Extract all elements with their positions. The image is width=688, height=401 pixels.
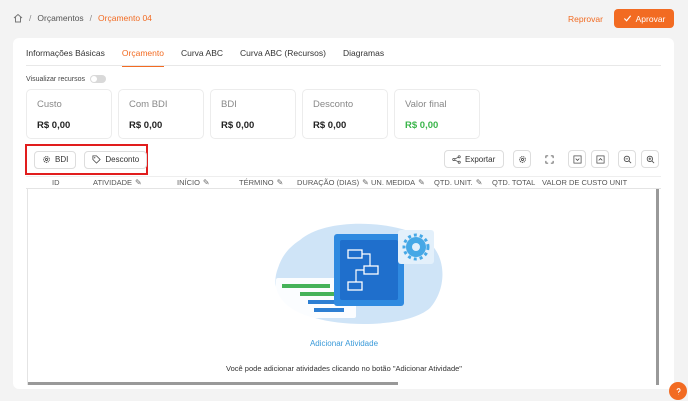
bdi-label: BDI xyxy=(55,155,69,164)
column-header-unit-qty[interactable]: QTD. UNIT. ✎ xyxy=(434,178,492,187)
column-label: QTD. UNIT. xyxy=(434,178,473,187)
help-button[interactable] xyxy=(669,382,687,400)
column-header-id[interactable]: ID xyxy=(26,178,67,187)
column-label: DURAÇÃO (DIAS) xyxy=(297,178,360,187)
tabs-divider xyxy=(26,65,661,66)
collapse-all-button[interactable] xyxy=(591,150,609,168)
column-header-unit-cost[interactable]: VALOR DE CUSTO UNIT xyxy=(542,178,642,187)
zoom-out-button[interactable] xyxy=(618,150,636,168)
discount-button[interactable]: Desconto xyxy=(84,150,148,169)
settings-button[interactable] xyxy=(513,150,531,168)
pencil-icon: ✎ xyxy=(202,178,210,187)
column-header-start[interactable]: INÍCIO ✎ xyxy=(177,178,239,187)
zoom-in-button[interactable] xyxy=(641,150,659,168)
bdi-button[interactable]: BDI xyxy=(34,150,77,169)
column-label: QTD. TOTAL xyxy=(492,178,536,187)
pencil-icon: ✎ xyxy=(135,178,142,187)
share-icon xyxy=(452,154,461,164)
zoom-in-icon xyxy=(646,155,654,163)
stat-card-discount: Desconto R$ 0,00 xyxy=(302,89,388,139)
approve-button[interactable]: Aprovar xyxy=(614,9,674,28)
resources-toggle[interactable] xyxy=(90,75,107,83)
stat-label: Desconto xyxy=(313,99,354,110)
expand-icon xyxy=(544,154,554,164)
breadcrumb-item-budgets[interactable]: Orçamentos xyxy=(37,13,83,23)
collapse-up-icon xyxy=(596,155,604,163)
column-label: TÉRMINO xyxy=(239,178,274,187)
stat-card-cost: Custo R$ 0,00 xyxy=(26,89,112,139)
empty-state-hint: Você pode adicionar atividades clicando … xyxy=(226,364,462,373)
pencil-icon: ✎ xyxy=(362,178,369,187)
check-icon xyxy=(623,15,631,22)
column-label: ID xyxy=(52,178,60,187)
export-label: Exportar xyxy=(465,154,496,164)
export-button[interactable]: Exportar xyxy=(444,150,504,168)
stat-value: R$ 0,00 xyxy=(313,120,347,131)
stat-card-final-value: Valor final R$ 0,00 xyxy=(394,89,480,139)
column-header-unit[interactable]: UN. MEDIDA ✎ xyxy=(371,178,434,187)
horizontal-scrollbar[interactable] xyxy=(28,382,398,385)
column-header-total-qty[interactable]: QTD. TOTAL xyxy=(492,178,542,187)
pencil-icon: ✎ xyxy=(418,178,425,187)
stat-label: Custo xyxy=(37,99,62,110)
stat-value: R$ 0,00 xyxy=(37,120,71,131)
reject-button[interactable]: Reprovar xyxy=(568,14,603,24)
stat-label: BDI xyxy=(221,99,237,110)
gear-icon xyxy=(43,156,50,163)
breadcrumb-item-current: Orçamento 04 xyxy=(98,13,152,23)
column-label: INÍCIO xyxy=(177,178,200,187)
stat-card-with-bdi: Com BDI R$ 0,00 xyxy=(118,89,204,139)
pencil-icon: ✎ xyxy=(276,178,284,187)
stat-value: R$ 0,00 xyxy=(405,120,439,131)
column-header-duration[interactable]: DURAÇÃO (DIAS) ✎ xyxy=(297,178,371,187)
tag-icon xyxy=(92,155,102,164)
breadcrumb: / Orçamentos / Orçamento 04 xyxy=(13,13,152,23)
breadcrumb-separator: / xyxy=(89,13,93,23)
breadcrumb-separator: / xyxy=(29,13,32,23)
expand-all-button[interactable] xyxy=(568,150,586,168)
budget-card: Informações Básicas Orçamento Curva ABC … xyxy=(13,38,674,389)
table-header: ID ATIVIDADE ✎ INÍCIO ✎ TÉRMINO ✎ DURAÇÃO (… xyxy=(26,176,661,189)
column-header-activity[interactable]: ATIVIDADE ✎ xyxy=(67,178,177,187)
zoom-out-icon xyxy=(623,155,631,163)
column-label: VALOR DE CUSTO UNIT xyxy=(542,178,628,187)
fullscreen-button[interactable] xyxy=(540,150,558,168)
activities-grid: Adicionar Atividade Você pode adicionar … xyxy=(27,189,659,385)
collapse-down-icon xyxy=(573,155,581,163)
pencil-icon: ✎ xyxy=(475,178,483,187)
column-label: UN. MEDIDA xyxy=(371,178,416,187)
highlight-box: BDI Desconto xyxy=(25,144,148,175)
resources-toggle-label: Visualizar recursos xyxy=(26,75,86,83)
approve-label: Aprovar xyxy=(635,13,666,24)
stat-card-bdi: BDI R$ 0,00 xyxy=(210,89,296,139)
empty-state-illustration xyxy=(275,223,443,324)
summary-cards: Custo R$ 0,00 Com BDI R$ 0,00 BDI R$ 0,0… xyxy=(26,89,480,139)
top-bar: / Orçamentos / Orçamento 04 Reprovar Apr… xyxy=(0,0,688,38)
add-activity-link[interactable]: Adicionar Atividade xyxy=(28,339,660,348)
help-icon xyxy=(676,387,681,394)
gear-icon xyxy=(518,155,526,163)
stat-value: R$ 0,00 xyxy=(221,120,255,131)
column-header-end[interactable]: TÉRMINO ✎ xyxy=(239,178,297,187)
stat-label: Valor final xyxy=(405,99,447,110)
column-label: ATIVIDADE xyxy=(93,178,133,187)
stat-label: Com BDI xyxy=(129,99,168,110)
stat-value: R$ 0,00 xyxy=(129,120,163,131)
resources-toggle-row: Visualizar recursos xyxy=(26,75,107,83)
discount-label: Desconto xyxy=(105,155,140,164)
home-icon[interactable] xyxy=(13,13,23,23)
vertical-scrollbar[interactable] xyxy=(656,189,659,385)
